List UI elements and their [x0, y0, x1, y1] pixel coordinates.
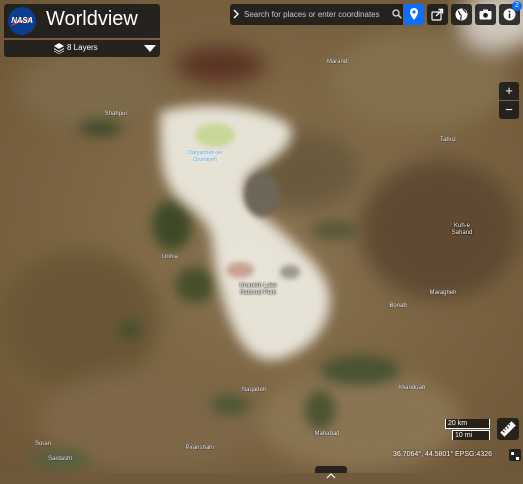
logo-text: NASA — [11, 16, 33, 25]
lake-label: Daryacheh-ye Orumiyeh — [187, 150, 223, 163]
layers-toggle-button[interactable]: 8 Layers — [4, 40, 160, 57]
nasa-logo[interactable]: NASA — [8, 7, 36, 35]
locate-button[interactable] — [404, 4, 424, 25]
place-label: Shahpur — [105, 111, 128, 117]
search-box — [230, 4, 403, 25]
projection-globe-icon — [455, 8, 468, 21]
place-label: Miandoab — [399, 385, 426, 391]
notification-badge: 2 — [512, 1, 522, 11]
app-header: NASA Worldview — [4, 4, 160, 38]
place-label: Kuh-e Sahand — [451, 223, 473, 236]
park-label: Urumieh Lake National Park — [239, 283, 277, 296]
measure-button[interactable] — [497, 418, 519, 440]
layers-icon — [54, 43, 64, 54]
snapshot-button[interactable] — [475, 4, 496, 25]
share-icon — [431, 8, 444, 21]
place-label: Marand — [327, 59, 347, 65]
place-label: Mahabad — [314, 431, 339, 437]
timeline-toggle[interactable] — [315, 466, 347, 479]
zoom-out-button[interactable]: − — [499, 101, 519, 119]
place-label: Sardasht — [48, 456, 72, 462]
place-label: Tabriz — [440, 137, 456, 143]
layers-count-label: 8 Layers — [67, 43, 98, 52]
scale-bar-km: 20 km — [445, 419, 490, 429]
app-title: Worldview — [46, 8, 138, 30]
share-button[interactable] — [427, 4, 448, 25]
place-label: Urmia — [162, 254, 179, 260]
camera-icon — [479, 9, 492, 20]
projection-button[interactable] — [451, 4, 472, 25]
zoom-in-button[interactable]: + — [499, 82, 519, 100]
map-pin-icon — [410, 8, 418, 20]
place-label: Bonab — [389, 303, 407, 309]
scale-bar-mi: 10 mi — [452, 430, 490, 440]
ruler-icon — [500, 421, 516, 437]
place-label: Piranshahr — [185, 445, 214, 451]
place-label: Soran — [35, 441, 51, 447]
place-label: Naqadeh — [242, 387, 266, 393]
coordinates-readout[interactable]: 36.7064°, 44.5801° EPSG:4326 — [393, 451, 492, 458]
chevron-up-icon — [326, 473, 336, 479]
chevron-right-icon[interactable] — [233, 9, 239, 19]
satellite-map[interactable]: Marand Shahpur Tabriz Urmia Bonab Maragh… — [0, 0, 523, 473]
search-icon[interactable] — [392, 9, 402, 19]
place-label: Maragheh — [429, 290, 456, 296]
coordinates-menu-button[interactable] — [509, 449, 521, 461]
search-input[interactable] — [244, 6, 389, 22]
chevron-down-icon — [144, 45, 156, 52]
grid-icon — [511, 452, 519, 460]
